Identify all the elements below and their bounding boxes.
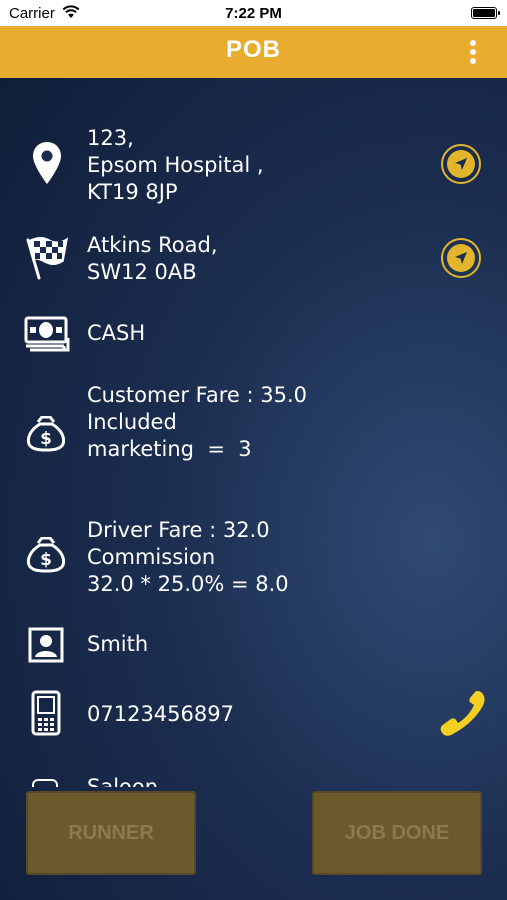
- driver-fare-line-2: Commission: [87, 545, 216, 569]
- app-bar: POB: [0, 26, 507, 78]
- contact-card-icon: [28, 627, 64, 667]
- battery-icon: [471, 7, 500, 19]
- cash-icon: [24, 316, 70, 356]
- location-pin-icon: [32, 141, 62, 189]
- driver-fare-line-3: 32.0 * 25.0% = 8.0: [87, 572, 289, 596]
- clock: 7:22 PM: [225, 5, 282, 22]
- dropoff-row: Atkins Road, SW12 0AB: [0, 232, 507, 288]
- customer-fare-row: $ Customer Fare : 35.0 Included marketing …: [0, 382, 507, 464]
- payment-row: CASH: [0, 316, 507, 352]
- navigate-icon: [447, 244, 475, 272]
- vehicle-type: Saloon: [87, 775, 159, 787]
- mobile-phone-icon: [31, 690, 61, 740]
- pickup-navigate-button[interactable]: [441, 144, 481, 184]
- phone-number: 07123456897: [87, 702, 234, 726]
- car-icon: [32, 779, 58, 787]
- runner-button[interactable]: RUNNER: [26, 791, 196, 875]
- more-vert-icon[interactable]: [469, 40, 477, 66]
- pickup-line-2: Epsom Hospital ,: [87, 153, 264, 177]
- pickup-line-1: 123,: [87, 126, 134, 150]
- driver-fare-row: $ Driver Fare : 32.0 Commission 32.0 * 25.…: [0, 517, 507, 599]
- customer-name: Smith: [87, 632, 149, 656]
- dropoff-navigate-button[interactable]: [441, 238, 481, 278]
- navigate-icon: [447, 150, 475, 178]
- page-title: POB: [225, 36, 281, 63]
- driver-fare-line-1: Driver Fare : 32.0: [87, 518, 270, 542]
- status-bar: Carrier 7:22 PM: [0, 0, 507, 26]
- customer-fare-line-3: marketing = 3: [87, 437, 252, 461]
- svg-text:$: $: [40, 429, 52, 449]
- pickup-row: 123, Epsom Hospital , KT19 8JP: [0, 125, 507, 207]
- pickup-line-3: KT19 8JP: [87, 180, 178, 204]
- call-icon[interactable]: [438, 690, 486, 741]
- driver-fare-details: Driver Fare : 32.0 Commission 32.0 * 25.0%…: [87, 517, 289, 598]
- customer-fare-line-1: Customer Fare : 35.0: [87, 383, 307, 407]
- customer-fare-line-2: Included: [87, 410, 177, 434]
- dropoff-line-1: Atkins Road,: [87, 233, 218, 257]
- dropoff-line-2: SW12 0AB: [87, 260, 197, 284]
- vehicle-row: Saloon: [0, 775, 507, 787]
- job-done-button[interactable]: JOB DONE: [312, 791, 482, 875]
- checkered-flag-icon: [25, 234, 69, 284]
- pickup-address: 123, Epsom Hospital , KT19 8JP: [87, 125, 264, 206]
- phone-row: 07123456897: [0, 690, 507, 740]
- customer-name-row: Smith: [0, 627, 507, 667]
- svg-text:$: $: [40, 550, 52, 570]
- money-bag-icon: $: [26, 415, 66, 456]
- payment-method: CASH: [87, 321, 146, 345]
- dropoff-address: Atkins Road, SW12 0AB: [87, 232, 218, 286]
- customer-fare-details: Customer Fare : 35.0 Included marketing = …: [87, 382, 307, 463]
- money-bag-icon: $: [26, 536, 66, 577]
